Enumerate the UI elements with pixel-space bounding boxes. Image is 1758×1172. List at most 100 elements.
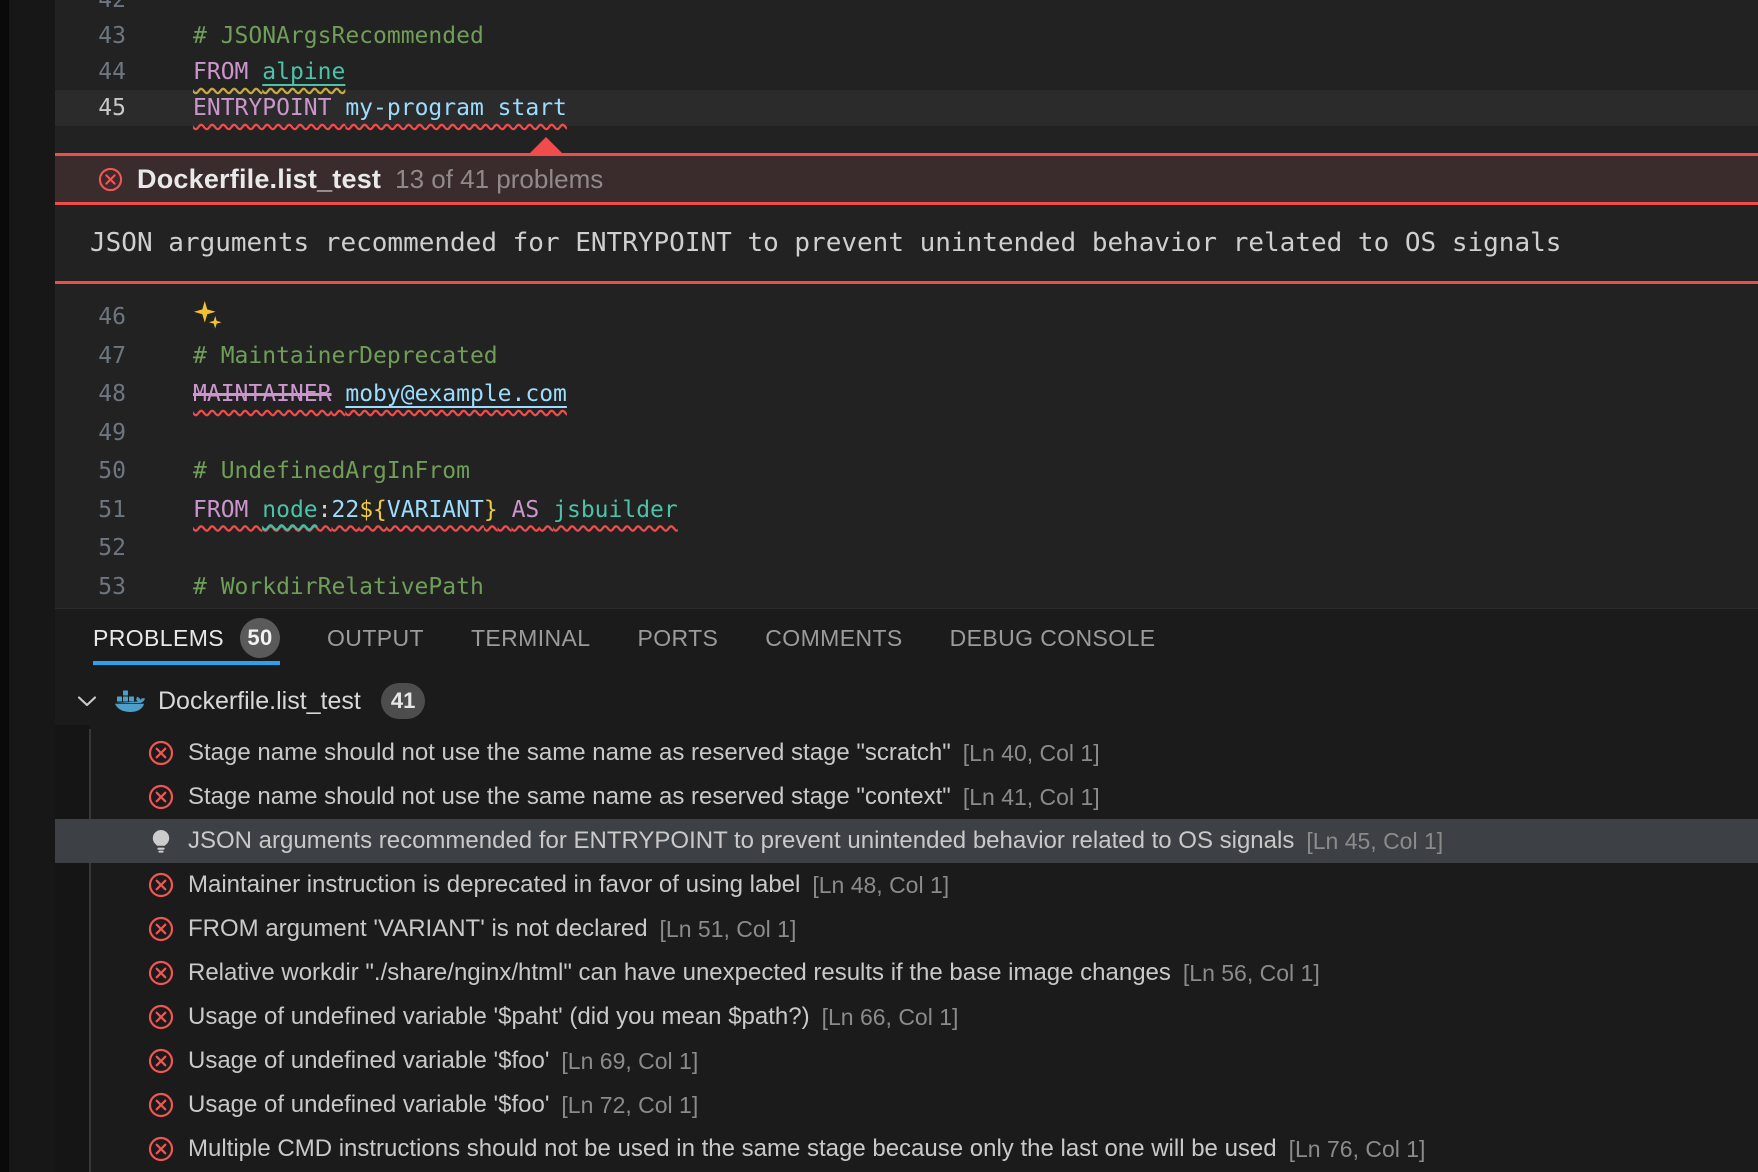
peek-view: Dockerfile.list_test 13 of 41 problems J… (55, 153, 1758, 284)
error-icon (148, 784, 174, 810)
code-line-46[interactable]: 46 (55, 298, 1758, 337)
code-token: FROM (193, 59, 262, 85)
problem-location: [Ln 66, Col 1] (822, 1004, 959, 1031)
code-token: } (484, 497, 498, 523)
line-number: 51 (55, 497, 126, 523)
code-token: MAINTAINER (193, 381, 331, 407)
line-number: 45 (55, 95, 126, 121)
tab-debug-console[interactable]: DEBUG CONSOLE (950, 609, 1156, 667)
code-token: 22 (332, 497, 360, 523)
problem-message: Multiple CMD instructions should not be … (188, 1135, 1277, 1163)
code-token: VARIANT (387, 497, 484, 523)
tab-ports[interactable]: PORTS (637, 609, 718, 667)
code-line-53[interactable]: 53# WorkdirRelativePath (55, 568, 1758, 607)
chevron-down-icon[interactable] (76, 693, 98, 709)
line-number: 49 (55, 420, 126, 446)
window-edge (0, 0, 9, 1172)
problem-location: [Ln 45, Col 1] (1306, 828, 1443, 855)
problem-message: JSON arguments recommended for ENTRYPOIN… (188, 827, 1294, 855)
tab-comments[interactable]: COMMENTS (765, 609, 902, 667)
problem-location: [Ln 56, Col 1] (1183, 960, 1320, 987)
line-number: 42 (55, 0, 126, 13)
code-text: # WorkdirRelativePath (193, 574, 484, 600)
problems-file-group[interactable]: Dockerfile.list_test 41 (55, 677, 1758, 725)
problem-message: FROM argument 'VARIANT' is not declared (188, 915, 648, 943)
peek-problem-count: 13 of 41 problems (395, 164, 603, 195)
line-number: 43 (55, 23, 126, 49)
error-icon (148, 1136, 174, 1162)
code-token: AS (512, 497, 540, 523)
code-line-47[interactable]: 47 # MaintainerDeprecated (55, 337, 1758, 376)
problem-location: [Ln 48, Col 1] (812, 872, 949, 899)
problem-row[interactable]: FROM argument 'VARIANT' is not declared[… (55, 907, 1758, 951)
code-token: # UndefinedArgInFrom (193, 458, 470, 484)
line-number: 48 (55, 381, 126, 407)
tab-problems[interactable]: PROBLEMS50 (93, 609, 280, 667)
line-number: 50 (55, 458, 126, 484)
problem-message: Relative workdir "./share/nginx/html" ca… (188, 959, 1171, 987)
code-line-42[interactable]: 42 (55, 0, 1758, 18)
code-line-52[interactable]: 52 (55, 529, 1758, 568)
code-token: moby@example.com (345, 381, 567, 407)
peek-header[interactable]: Dockerfile.list_test 13 of 41 problems (55, 156, 1758, 202)
code-token: jsbuilder (553, 497, 678, 523)
problems-count-badge: 50 (240, 618, 280, 658)
problem-row[interactable]: Relative workdir "./share/nginx/html" ca… (55, 951, 1758, 995)
code-line-44[interactable]: 44FROM alpine (55, 54, 1758, 90)
error-icon (148, 916, 174, 942)
error-icon (148, 740, 174, 766)
tab-label: PORTS (637, 625, 718, 652)
peek-arrow (530, 137, 562, 153)
code-line-49[interactable]: 49 (55, 414, 1758, 453)
editor[interactable]: 4243# JSONArgsRecommended44FROM alpine45… (55, 0, 1758, 608)
code-token: FROM (193, 497, 262, 523)
docker-file-icon (114, 689, 146, 714)
line-number: 47 (55, 343, 126, 369)
problem-location: [Ln 40, Col 1] (963, 740, 1100, 767)
error-icon (148, 960, 174, 986)
problems-list: Stage name should not use the same name … (55, 731, 1758, 1171)
bottom-panel: PROBLEMS50 OUTPUT TERMINAL PORTS COMMENTS DEB… (55, 608, 1758, 1172)
code-line-50[interactable]: 50 # UndefinedArgInFrom (55, 452, 1758, 491)
code-token (331, 381, 345, 407)
problem-row[interactable]: Stage name should not use the same name … (55, 775, 1758, 819)
sparkle-icon[interactable] (193, 300, 222, 329)
code-token: : (318, 497, 332, 523)
code-block-bottom: 46 47 # MaintainerDeprecated 48 MAINTAINER m… (55, 298, 1758, 606)
problem-message: Usage of undefined variable '$foo' (188, 1091, 549, 1119)
code-token: node (262, 497, 317, 523)
code-text: # UndefinedArgInFrom (193, 458, 470, 484)
code-token: alpine (262, 59, 345, 85)
problem-row[interactable]: Usage of undefined variable '$foo'[Ln 72… (55, 1083, 1758, 1127)
line-number: 52 (55, 535, 126, 561)
code-line-45[interactable]: 45 ENTRYPOINT my-program start (55, 90, 1758, 126)
panel-tab-bar: PROBLEMS50 OUTPUT TERMINAL PORTS COMMENTS DEB… (55, 609, 1758, 667)
error-icon (148, 872, 174, 898)
code-text: MAINTAINER moby@example.com (193, 381, 567, 407)
tab-label: OUTPUT (327, 625, 424, 652)
tree-file-label: Dockerfile.list_test (158, 687, 361, 716)
problem-row[interactable]: Usage of undefined variable '$paht' (did… (55, 995, 1758, 1039)
tab-terminal[interactable]: TERMINAL (471, 609, 591, 667)
code-line-51[interactable]: 51FROM node:22${VARIANT} AS jsbuilder (55, 491, 1758, 530)
problem-row[interactable]: Usage of undefined variable '$foo'[Ln 69… (55, 1039, 1758, 1083)
peek-body[interactable]: JSON arguments recommended for ENTRYPOIN… (55, 205, 1758, 281)
code-token (539, 497, 553, 523)
code-token (498, 497, 512, 523)
problem-row[interactable]: Stage name should not use the same name … (55, 731, 1758, 775)
problem-row[interactable]: JSON arguments recommended for ENTRYPOIN… (55, 819, 1758, 863)
code-line-43[interactable]: 43# JSONArgsRecommended (55, 18, 1758, 54)
code-text: FROM alpine (193, 59, 345, 85)
code-text (193, 300, 222, 335)
peek-title: Dockerfile.list_test (137, 164, 381, 195)
code-text: # MaintainerDeprecated (193, 343, 498, 369)
code-token: my-program start (345, 95, 567, 121)
code-line-48[interactable]: 48 MAINTAINER moby@example.com (55, 375, 1758, 414)
line-number: 46 (55, 304, 126, 330)
problem-row[interactable]: Maintainer instruction is deprecated in … (55, 863, 1758, 907)
problem-row[interactable]: Multiple CMD instructions should not be … (55, 1127, 1758, 1171)
problem-location: [Ln 41, Col 1] (963, 784, 1100, 811)
tab-output[interactable]: OUTPUT (327, 609, 424, 667)
code-token: ENTRYPOINT (193, 95, 345, 121)
problem-message: Stage name should not use the same name … (188, 739, 951, 767)
